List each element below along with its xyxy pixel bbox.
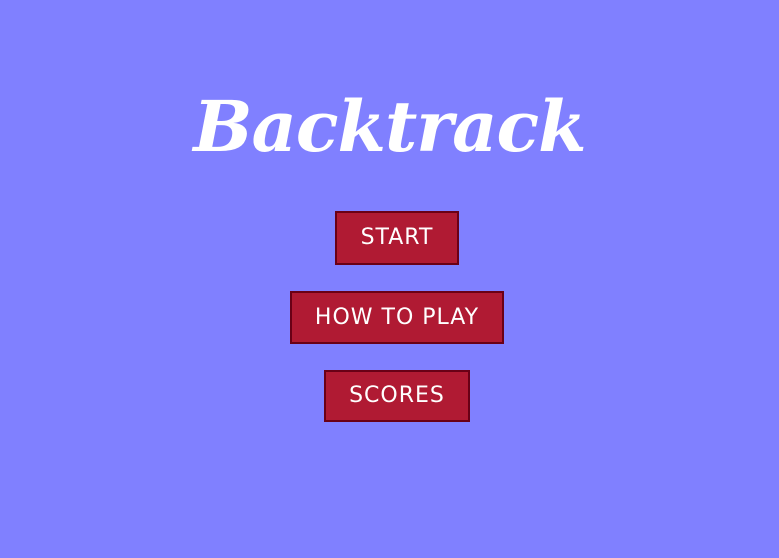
game-title-screen: { "game": { "title": "Backtrack" }, "men…: [0, 0, 779, 558]
mouse-pointer-icon: [739, 552, 749, 558]
scores-button[interactable]: SCORES: [324, 370, 470, 422]
how-to-play-button[interactable]: HOW TO PLAY: [290, 291, 504, 344]
start-button[interactable]: START: [335, 211, 459, 265]
game-title: Backtrack: [193, 85, 586, 168]
